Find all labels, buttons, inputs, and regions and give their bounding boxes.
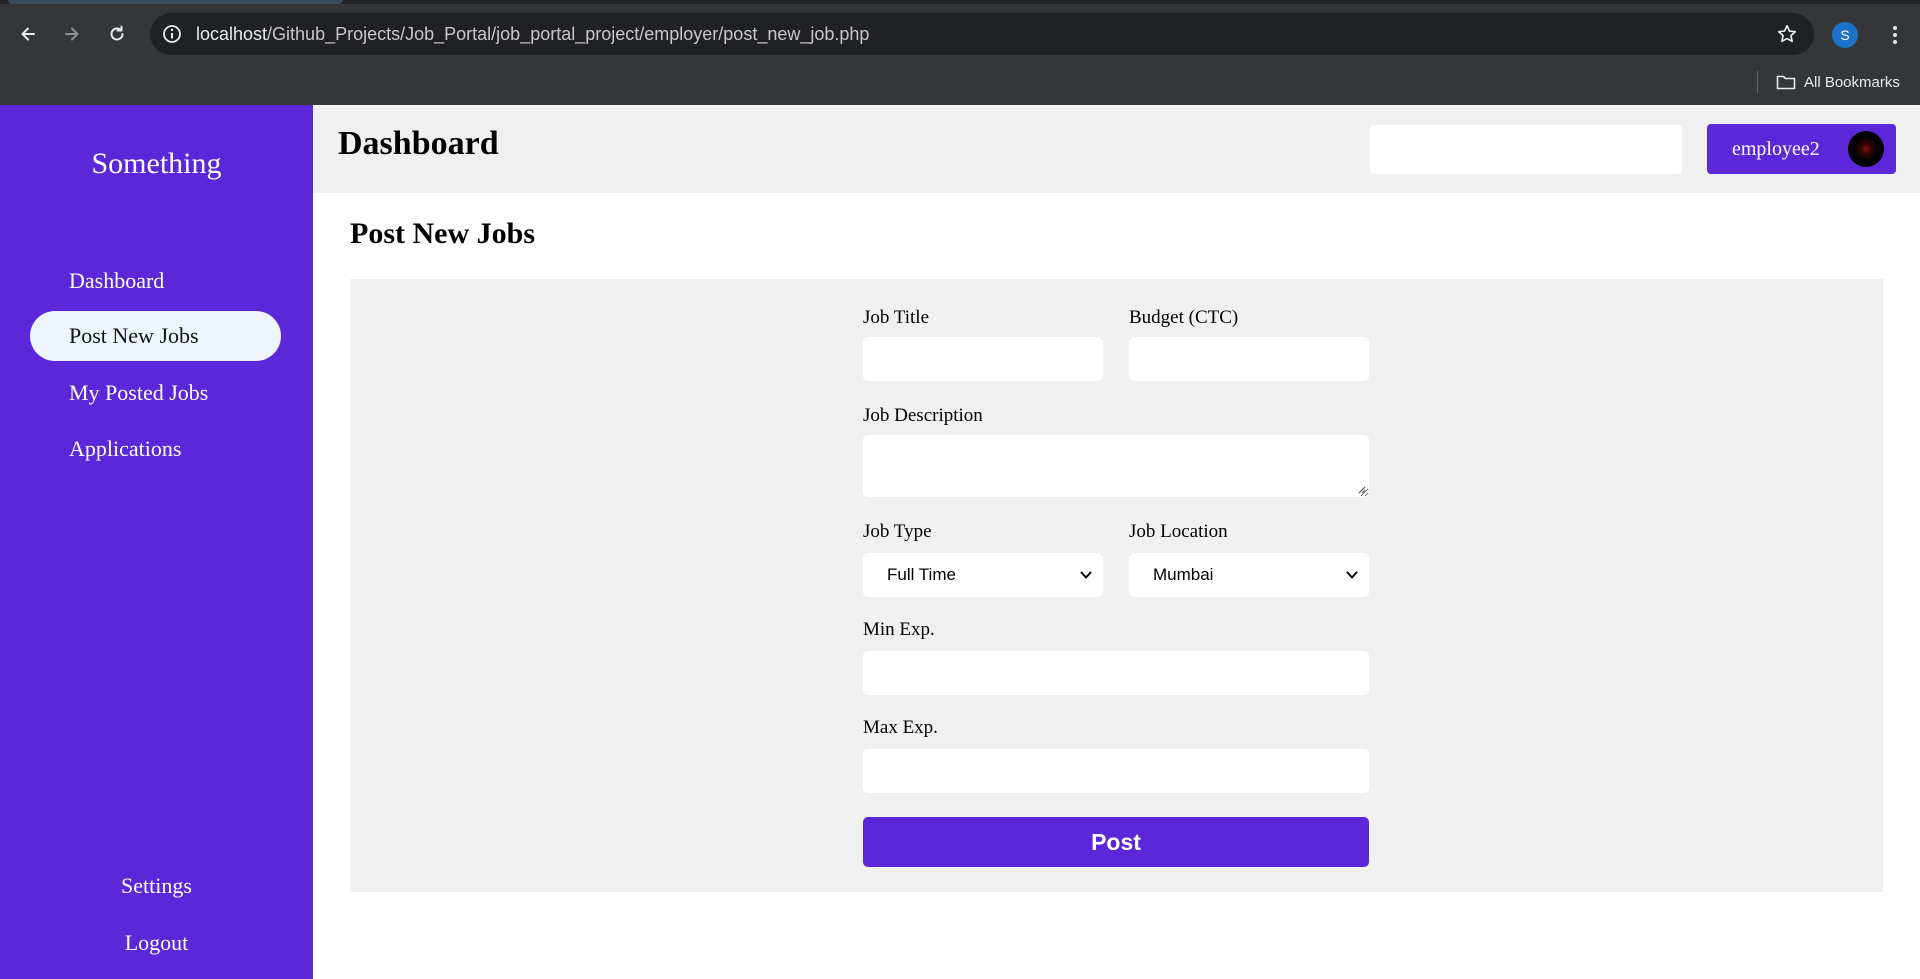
url-host: localhost [196,24,268,44]
page: Something Dashboard Post New Jobs My Pos… [0,105,1920,979]
job-location-label: Job Location [1129,521,1228,542]
chevron-down-icon [1080,571,1092,579]
folder-icon [1776,75,1796,90]
search-input[interactable] [1370,125,1682,174]
job-type-label: Job Type [863,521,932,542]
reload-button[interactable] [101,18,133,50]
sidebar-item-logout[interactable]: Logout [0,930,313,956]
max-exp-input[interactable] [863,749,1369,793]
post-job-form: Job Title Budget (CTC) Job Description J… [350,279,1883,892]
max-exp-label: Max Exp. [863,717,938,738]
job-title-input[interactable] [863,337,1103,381]
browser-toolbar: localhost/Github_Projects/Job_Portal/job… [0,4,1920,64]
chevron-down-icon [1346,571,1358,579]
job-location-selected-value: Mumbai [1153,565,1214,584]
bookmark-star-icon[interactable] [1776,23,1798,45]
profile-avatar[interactable]: S [1832,22,1858,48]
budget-input[interactable] [1129,337,1369,381]
bookmarks-divider [1757,71,1758,93]
bookmarks-bar: All Bookmarks [0,64,1920,105]
job-location-select[interactable]: Mumbai [1129,553,1369,597]
arrow-right-icon [65,27,79,41]
sidebar-item-post-new-jobs[interactable]: Post New Jobs [30,311,281,361]
avatar [1848,131,1884,167]
address-bar[interactable]: localhost/Github_Projects/Job_Portal/job… [150,13,1814,55]
job-type-select[interactable]: Full Time [863,553,1103,597]
section-title: Post New Jobs [350,217,535,250]
min-exp-label: Min Exp. [863,619,935,640]
url-text[interactable]: localhost/Github_Projects/Job_Portal/job… [196,24,869,44]
browser-chrome: localhost/Github_Projects/Job_Portal/job… [0,0,1920,105]
job-title-label: Job Title [863,307,930,328]
sidebar-item-settings[interactable]: Settings [0,873,313,899]
budget-label: Budget (CTC) [1129,307,1239,328]
arrow-left-icon [21,27,35,41]
sidebar-item-my-posted-jobs[interactable]: My Posted Jobs [30,368,281,418]
top-bar: Dashboard employee2 [313,105,1920,193]
sidebar: Something Dashboard Post New Jobs My Pos… [0,105,313,979]
min-exp-input[interactable] [863,651,1369,695]
job-type-selected-value: Full Time [887,565,956,584]
brand-logo-text: Something [91,147,222,180]
sidebar-item-dashboard[interactable]: Dashboard [30,256,281,306]
user-menu-button[interactable]: employee2 [1707,124,1896,174]
user-name: employee2 [1732,137,1820,160]
all-bookmarks-label: All Bookmarks [1804,73,1900,91]
kebab-menu-icon [1893,26,1897,44]
sidebar-item-applications[interactable]: Applications [30,424,281,474]
browser-menu-button[interactable] [1882,22,1908,48]
all-bookmarks-button[interactable]: All Bookmarks [1776,70,1900,94]
reload-icon [110,25,124,41]
job-description-textarea[interactable] [863,435,1369,497]
forward-button[interactable] [56,18,88,50]
resize-handle-icon[interactable] [1356,484,1366,494]
page-title: Dashboard [338,125,499,162]
url-path: /Github_Projects/Job_Portal/job_portal_p… [267,24,870,44]
job-description-label: Job Description [863,405,983,426]
post-button[interactable]: Post [863,817,1369,867]
site-info-icon[interactable] [162,24,182,44]
back-button[interactable] [12,18,44,50]
